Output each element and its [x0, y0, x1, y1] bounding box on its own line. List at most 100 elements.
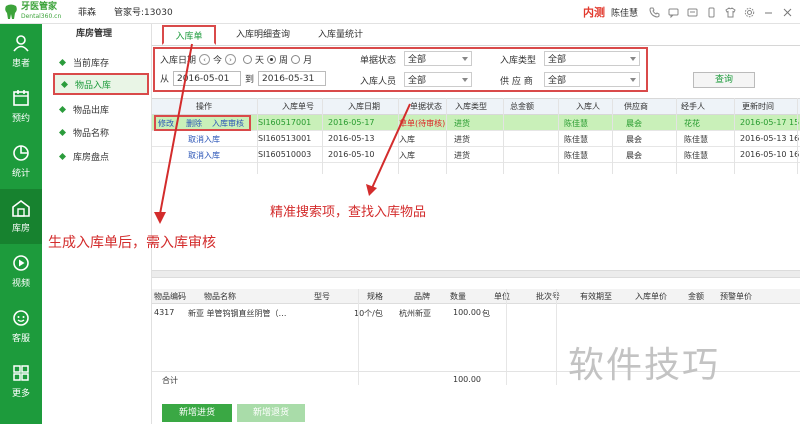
nav-patients[interactable]: 患者 — [0, 24, 42, 79]
query-button[interactable]: 查询 — [693, 72, 755, 88]
date-to-value: 2016-05-31 — [262, 73, 315, 84]
logo-subtitle: Dental360.cn — [21, 12, 62, 20]
submenu-item-current-stock[interactable]: 当前库存 — [53, 52, 149, 72]
settings-icon[interactable] — [743, 6, 756, 19]
person-select-value: 全部 — [408, 76, 427, 86]
order-date: 2016-05-10 — [328, 150, 375, 159]
watermark-text: 软件技巧 — [568, 345, 721, 386]
submenu-item-label: 当前库存 — [73, 58, 110, 69]
submenu-item-inventory-check[interactable]: 库房盘点 — [53, 146, 149, 166]
date-from-input[interactable]: 2016-05-01 — [173, 71, 242, 86]
cancel-stock-in-link[interactable]: 取消入库 — [188, 150, 220, 161]
order-person: 陈佳慧 — [564, 119, 588, 128]
nav-support[interactable]: 客服 — [0, 299, 42, 354]
col-header: 预警单价 — [720, 292, 752, 301]
mobile-icon[interactable] — [705, 6, 718, 19]
col-header: 单据状态 — [410, 102, 442, 111]
dropdown-caret-icon — [462, 78, 468, 82]
radio-day[interactable] — [243, 55, 253, 64]
order-handler: 陈佳慧 — [684, 151, 708, 160]
from-label: 从 — [160, 75, 170, 85]
nav-appointments[interactable]: 预约 — [0, 79, 42, 134]
radio-week-label: 周 — [279, 56, 289, 66]
submenu-item-label: 物品入库 — [75, 80, 112, 91]
order-person: 陈佳慧 — [564, 135, 588, 144]
order-type: 进货 — [454, 135, 470, 144]
new-stock-in-button[interactable]: 新增进货 — [162, 404, 232, 422]
type-select-value: 全部 — [548, 55, 567, 65]
today-button[interactable]: 今 — [213, 53, 222, 66]
video-icon — [13, 255, 29, 271]
submenu-item-item-names[interactable]: 物品名称 — [53, 122, 149, 142]
total-label: 合计 — [162, 376, 178, 385]
detail-row[interactable]: 4317 新亚 单管钨钢直丝阴管（… 10个/包 杭州新亚 100.00 包 — [152, 305, 800, 321]
tab-stock-in-orders[interactable]: 入库单 — [162, 25, 216, 45]
dropdown-caret-icon — [462, 57, 468, 61]
date-from-value: 2016-05-01 — [177, 73, 230, 84]
pie-chart-icon — [13, 145, 29, 161]
col-header: 经手人 — [681, 102, 705, 111]
nav-more[interactable]: 更多 — [0, 354, 42, 409]
tab-stock-in-stats[interactable]: 入库量统计 — [304, 25, 377, 45]
dropdown-caret-icon — [630, 78, 636, 82]
radio-week[interactable] — [267, 55, 277, 64]
type-select[interactable]: 全部 — [544, 51, 640, 66]
new-return-button[interactable]: 新增退货 — [237, 404, 305, 422]
table-row[interactable]: 取消入库 SI160510003 2016-05-10 入库 进货 陈佳慧 晨会… — [152, 147, 800, 163]
col-header: 物品编码 — [154, 292, 186, 301]
submenu-title: 库房管理 — [76, 29, 113, 39]
card-icon[interactable] — [686, 6, 699, 19]
order-updated: 2016-05-17 15: — [740, 118, 800, 127]
logo-title: 牙医管家 — [21, 1, 58, 12]
person-select[interactable]: 全部 — [404, 72, 472, 87]
nav-statistics[interactable]: 统计 — [0, 134, 42, 189]
shirt-icon[interactable] — [724, 6, 737, 19]
tab-stock-in-details[interactable]: 入库明细查询 — [222, 25, 304, 45]
submenu-item-stock-in[interactable]: 物品入库 — [53, 73, 149, 95]
order-status: 入库 — [399, 135, 415, 144]
submenu-item-label: 库房盘点 — [73, 152, 110, 163]
person-icon — [13, 35, 29, 52]
nav-warehouse[interactable]: 库房 — [0, 189, 42, 244]
order-number: SI160513001 — [258, 134, 312, 143]
order-supplier: 晨会 — [626, 135, 642, 144]
supplier-select[interactable]: 全部 — [544, 72, 640, 87]
status-label: 单据状态 — [360, 56, 397, 66]
col-header: 操作 — [196, 102, 212, 111]
type-label: 入库类型 — [500, 56, 537, 66]
item-name: 新亚 单管钨钢直丝阴管（… — [188, 309, 287, 318]
app-logo: 牙医管家 Dental360.cn — [0, 0, 72, 24]
main-nav: 患者 预约 统计 库房 视频 客服 更多 — [0, 24, 42, 424]
nav-video[interactable]: 视频 — [0, 244, 42, 299]
horizontal-scrollbar[interactable] — [152, 270, 800, 278]
close-icon[interactable] — [781, 6, 794, 19]
item-brand: 杭州新亚 — [399, 309, 431, 318]
clinic-name: 菲森 — [78, 8, 97, 18]
status-select[interactable]: 全部 — [404, 51, 472, 66]
radio-month[interactable] — [291, 55, 301, 64]
col-header: 品牌 — [414, 292, 430, 301]
date-to-input[interactable]: 2016-05-31 — [258, 71, 327, 86]
phone-icon[interactable] — [648, 6, 661, 19]
minimize-icon[interactable] — [762, 6, 775, 19]
next-period-icon[interactable]: › — [225, 54, 237, 65]
annotation-audit: 生成入库单后，需入库审核 — [48, 235, 216, 251]
diamond-icon — [59, 128, 66, 136]
order-updated: 2016-05-10 16: — [740, 150, 800, 159]
support-icon — [13, 310, 29, 326]
order-person: 陈佳慧 — [564, 151, 588, 160]
prev-period-icon[interactable]: ‹ — [199, 54, 211, 65]
orders-table-header: 操作 入库单号 入库日期 单据状态 入库类型 总金额 入库人 供应商 经手人 更… — [152, 98, 800, 115]
table-row[interactable]: 取消入库 SI160513001 2016-05-13 入库 进货 陈佳慧 晨会… — [152, 131, 800, 147]
col-header: 入库单号 — [282, 102, 314, 111]
cancel-stock-in-link[interactable]: 取消入库 — [188, 134, 220, 145]
order-supplier: 晨会 — [626, 151, 642, 160]
radio-day-label: 天 — [255, 56, 265, 66]
submenu-item-stock-out[interactable]: 物品出库 — [53, 99, 149, 119]
col-header: 金额 — [688, 292, 704, 301]
order-number: SI160510003 — [258, 150, 312, 159]
col-header: 入库日期 — [348, 102, 380, 111]
message-icon[interactable] — [667, 6, 680, 19]
current-user-name[interactable]: 陈佳慧 — [611, 6, 638, 19]
col-header: 型号 — [314, 292, 330, 301]
